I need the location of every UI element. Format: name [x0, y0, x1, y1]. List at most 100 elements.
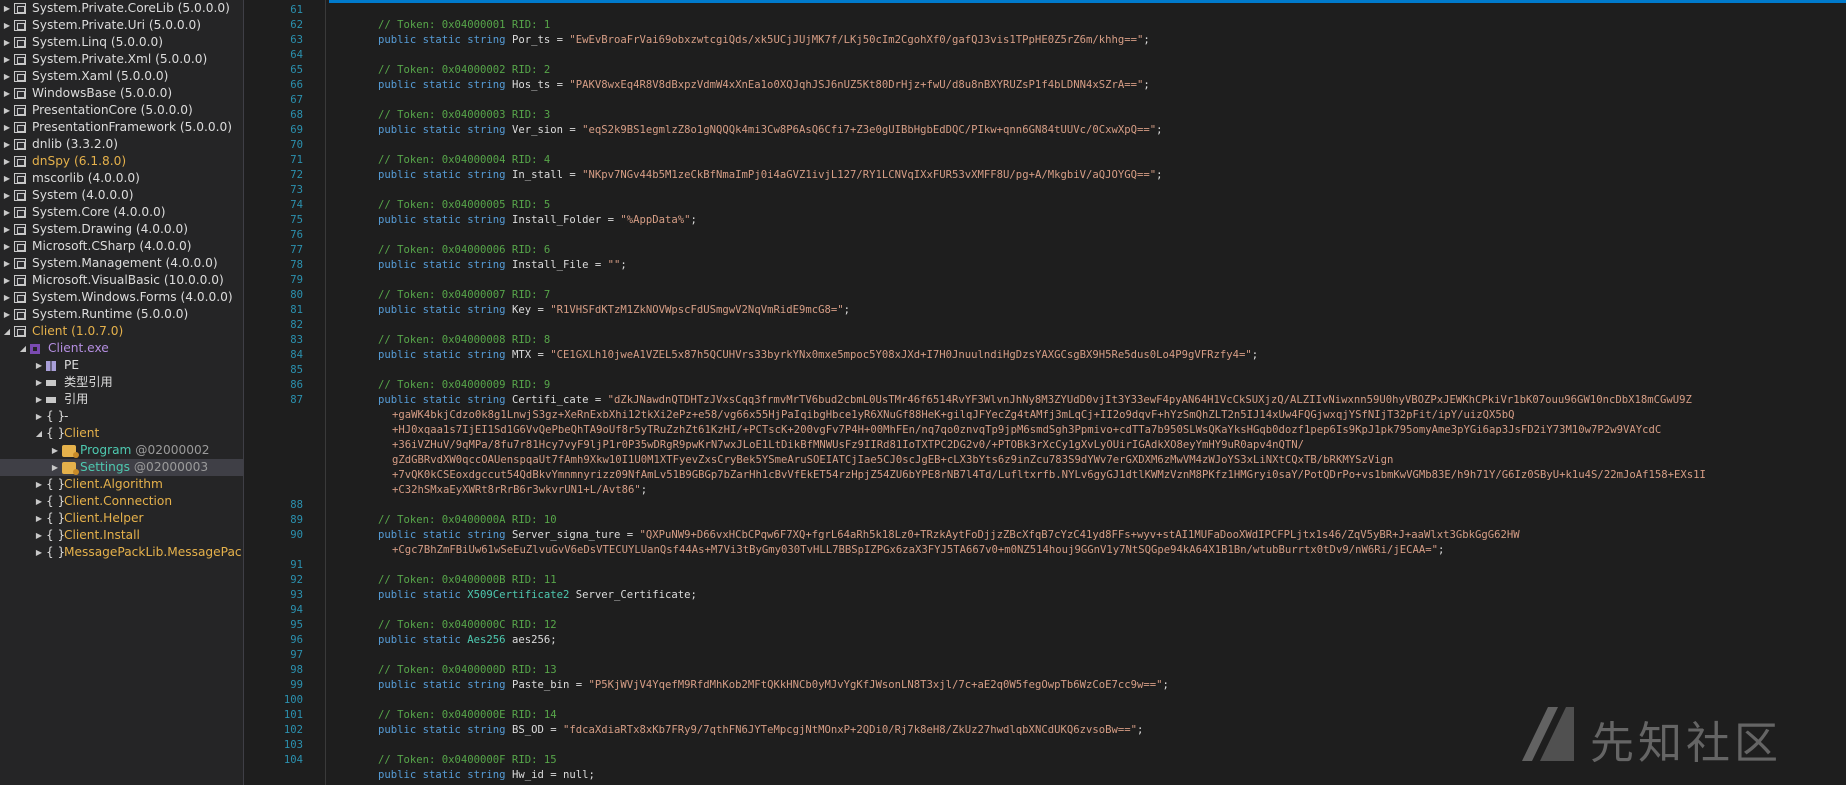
tree-node-label: PresentationCore (5.0.0.0)	[32, 102, 193, 119]
string-literal: "NKpv7NGv44b5M1zeCkBfNmaImPj0i4aGVZ1ivjL…	[582, 169, 1157, 181]
assembly-icon	[14, 139, 26, 150]
expand-arrow-icon[interactable]: ▶	[34, 510, 44, 527]
expand-arrow-icon[interactable]: ▶	[34, 476, 44, 493]
string-literal: +7vQK0kCSEoxdgccut54QdBkvYmnmnyrizz09NfA…	[392, 469, 1706, 481]
comment-token: // Token: 0x04000005 RID: 5	[378, 199, 551, 211]
identifier-token: ;	[1156, 169, 1163, 181]
tree-node[interactable]: ▶{ } -	[0, 408, 243, 425]
keyword-token: public static string	[378, 529, 512, 541]
tree-node[interactable]: ▶ PresentationCore (5.0.0.0)	[0, 102, 243, 119]
expand-arrow-icon[interactable]: ▶	[2, 187, 12, 204]
tree-node-name: Program	[80, 443, 132, 457]
expand-arrow-icon[interactable]: ▶	[34, 408, 44, 425]
identifier-token: aes256;	[505, 634, 557, 646]
tree-node[interactable]: ▶ WindowsBase (5.0.0.0)	[0, 85, 243, 102]
tree-node[interactable]: ▶{ } Client.Algorithm	[0, 476, 243, 493]
string-literal: "EwEvBroaFrVai69obxzwtcgiQds/xk5UCjJUjMK…	[569, 34, 1144, 46]
expand-arrow-icon[interactable]: ▶	[34, 527, 44, 544]
collapse-arrow-icon[interactable]: ◢	[2, 323, 12, 340]
expand-arrow-icon[interactable]: ▶	[2, 306, 12, 323]
comment-token: // Token: 0x0400000F RID: 15	[378, 754, 557, 766]
tree-node-token: @02000003	[130, 460, 209, 474]
expand-arrow-icon[interactable]: ▶	[2, 17, 12, 34]
assembly-explorer[interactable]: ▶ System.Private.CoreLib (5.0.0.0) ▶ System…	[0, 0, 244, 785]
tree-node[interactable]: ▶ System.Management (4.0.0.0)	[0, 255, 243, 272]
code-text: public static string Install_Folder = "%…	[378, 213, 697, 228]
tree-node[interactable]: ▶ System.Runtime (5.0.0.0)	[0, 306, 243, 323]
tree-node[interactable]: ◢ Client.exe	[0, 340, 243, 357]
tree-node[interactable]: ▶ System.Linq (5.0.0.0)	[0, 34, 243, 51]
expand-arrow-icon[interactable]: ▶	[2, 102, 12, 119]
identifier-token: ;	[1143, 34, 1150, 46]
expand-arrow-icon[interactable]: ▶	[50, 459, 60, 476]
code-text: // Token: 0x04000007 RID: 7	[378, 288, 550, 303]
tree-node[interactable]: ▶ dnSpy (6.1.8.0)	[0, 153, 243, 170]
expand-arrow-icon[interactable]: ▶	[2, 68, 12, 85]
line-number: 68	[290, 109, 303, 121]
expand-arrow-icon[interactable]: ▶	[2, 238, 12, 255]
expand-arrow-icon[interactable]: ▶	[2, 34, 12, 51]
line-number: 96	[290, 634, 303, 646]
expand-arrow-icon[interactable]: ▶	[34, 391, 44, 408]
expand-arrow-icon[interactable]: ▶	[34, 493, 44, 510]
string-literal: "eqS2k9BS1egmlzZ8o1gNQQQk4mi3Cw8P6AsQ6Cf…	[582, 124, 1157, 136]
class-icon	[62, 462, 79, 475]
tree-node[interactable]: ◢ Client (1.0.7.0)	[0, 323, 243, 340]
expand-arrow-icon[interactable]: ▶	[34, 374, 44, 391]
expand-arrow-icon[interactable]: ▶	[2, 204, 12, 221]
tree-node[interactable]: ▶ 类型引用	[0, 374, 243, 391]
identifier-token: Paste_bin =	[511, 679, 589, 691]
tree-node[interactable]: ◢{ } Client	[0, 425, 243, 442]
tree-node[interactable]: ▶ System.Windows.Forms (4.0.0.0)	[0, 289, 243, 306]
tree-node[interactable]: ▶ System.Private.Xml (5.0.0.0)	[0, 51, 243, 68]
tree-node[interactable]: ▶ System (4.0.0.0)	[0, 187, 243, 204]
tree-node[interactable]: ▶ PresentationFramework (5.0.0.0)	[0, 119, 243, 136]
tree-node[interactable]: ▶ System.Drawing (4.0.0.0)	[0, 221, 243, 238]
code-editor[interactable]: 61 62 // Token: 0x04000001 RID: 1 63 public …	[245, 0, 1846, 785]
tree-node-label: System.Core (4.0.0.0)	[32, 204, 166, 221]
tree-node-label: System.Private.Uri (5.0.0.0)	[32, 17, 201, 34]
tree-node[interactable]: ▶ Microsoft.CSharp (4.0.0.0)	[0, 238, 243, 255]
expand-arrow-icon[interactable]: ▶	[34, 544, 44, 561]
expand-arrow-icon[interactable]: ▶	[2, 85, 12, 102]
expand-arrow-icon[interactable]: ▶	[2, 272, 12, 289]
keyword-token: public static string	[378, 394, 512, 406]
expand-arrow-icon[interactable]: ▶	[2, 221, 12, 238]
tree-node[interactable]: ▶ Microsoft.VisualBasic (10.0.0.0)	[0, 272, 243, 289]
tree-node[interactable]: ▶ dnlib (3.3.2.0)	[0, 136, 243, 153]
expand-arrow-icon[interactable]: ▶	[2, 289, 12, 306]
expand-arrow-icon[interactable]: ▶	[2, 255, 12, 272]
tree-node[interactable]: ▶{ } MessagePackLib.MessagePac	[0, 544, 243, 561]
tree-node[interactable]: ▶{ } Client.Connection	[0, 493, 243, 510]
expand-arrow-icon[interactable]: ▶	[50, 442, 60, 459]
tree-node[interactable]: ▶ System.Private.CoreLib (5.0.0.0)	[0, 0, 243, 17]
expand-arrow-icon[interactable]: ▶	[2, 119, 12, 136]
expand-arrow-icon[interactable]: ▶	[2, 136, 12, 153]
line-number: 78	[290, 259, 303, 271]
tree-node-name: -	[64, 409, 69, 423]
tree-node[interactable]: ▶{ } Client.Helper	[0, 510, 243, 527]
collapse-arrow-icon[interactable]: ◢	[18, 340, 28, 357]
expand-arrow-icon[interactable]: ▶	[2, 0, 12, 17]
line-number: 92	[290, 574, 303, 586]
tree-node[interactable]: ▶ PE	[0, 357, 243, 374]
tree-node-label: Microsoft.VisualBasic (10.0.0.0)	[32, 272, 224, 289]
string-literal: "P5KjWVjV4YqefM9RfdMhKob2MFtQKkHNCb0yMJv…	[588, 679, 1163, 691]
tree-node[interactable]: ▶ System.Xaml (5.0.0.0)	[0, 68, 243, 85]
tree-node-name: System.Drawing (4.0.0.0)	[32, 222, 189, 236]
expand-arrow-icon[interactable]: ▶	[34, 357, 44, 374]
tree-node[interactable]: ▶ System.Private.Uri (5.0.0.0)	[0, 17, 243, 34]
line-number: 70	[290, 139, 303, 151]
tree-node[interactable]: ▶ System.Core (4.0.0.0)	[0, 204, 243, 221]
tree-node[interactable]: ▶{ } Client.Install	[0, 527, 243, 544]
tree-node[interactable]: ▶ Settings @02000003	[0, 459, 243, 476]
code-text: public static string Hw_id = null;	[378, 768, 595, 783]
tree-node[interactable]: ▶ Program @02000002	[0, 442, 243, 459]
tree-node[interactable]: ▶ 引用	[0, 391, 243, 408]
tree-node[interactable]: ▶ mscorlib (4.0.0.0)	[0, 170, 243, 187]
expand-arrow-icon[interactable]: ▶	[2, 170, 12, 187]
expand-arrow-icon[interactable]: ▶	[2, 51, 12, 68]
keyword-token: public static	[378, 634, 468, 646]
expand-arrow-icon[interactable]: ▶	[2, 153, 12, 170]
collapse-arrow-icon[interactable]: ◢	[34, 425, 44, 442]
